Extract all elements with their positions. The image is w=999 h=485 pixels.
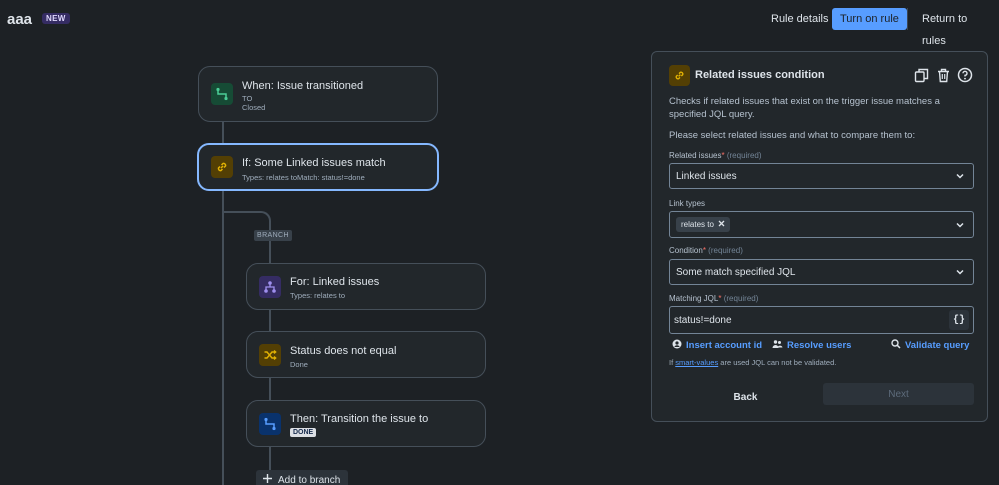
panel-prompt: Please select related issues and what to… [669, 130, 916, 141]
insert-account-id-link[interactable]: Insert account id [672, 339, 762, 352]
link-type-chip-label: relates to [681, 220, 714, 229]
status-condition-value: Done [290, 360, 308, 369]
next-button[interactable]: Next [823, 383, 974, 405]
resolve-users-label: Resolve users [787, 340, 852, 351]
transition-icon [211, 83, 233, 105]
shuffle-icon [259, 343, 281, 366]
condition-summary: Types: relates toMatch: status!=done [242, 173, 365, 182]
condition-config-panel: Related issues condition Checks if relat… [651, 51, 988, 422]
condition-select[interactable]: Some match specified JQL [669, 259, 974, 285]
matching-jql-field[interactable]: {} [669, 306, 974, 334]
validate-query-link[interactable]: Validate query [891, 339, 969, 352]
chevron-down-icon [955, 171, 965, 184]
action-title: Then: Transition the issue to [290, 413, 429, 425]
add-to-branch-button[interactable]: Add to branch [256, 470, 348, 485]
add-to-branch-label: Add to branch [278, 474, 341, 485]
turn-on-rule-button[interactable]: Turn on rule [832, 8, 907, 30]
validate-query-label: Validate query [905, 340, 970, 351]
link-icon [211, 156, 233, 178]
return-to-rules-button[interactable]: Return to rules [914, 8, 999, 47]
rule-details-button[interactable]: Rule details [763, 8, 836, 30]
matching-jql-label: Matching JQL* (required) [669, 294, 759, 303]
insert-account-id-label: Insert account id [686, 340, 763, 351]
help-icon[interactable] [956, 66, 974, 84]
link-types-label: Link types [669, 199, 706, 208]
branch-summary: Types: relates to [290, 291, 346, 300]
chevron-down-icon [955, 220, 965, 233]
remove-chip-icon[interactable] [718, 220, 725, 229]
panel-description: Checks if related issues that exist on t… [669, 96, 940, 120]
connector-line [269, 447, 271, 470]
copy-icon[interactable] [912, 66, 930, 84]
panel-title: Related issues condition [695, 69, 825, 81]
connector-line [269, 241, 271, 263]
smart-values-link[interactable]: smart-values [675, 358, 718, 367]
new-badge: NEW [42, 13, 70, 24]
related-issues-select[interactable]: Linked issues [669, 163, 974, 189]
branch-tag: BRANCH [254, 230, 292, 241]
plus-icon [262, 473, 273, 485]
action-card[interactable]: Then: Transition the issue to DONE [246, 400, 486, 447]
related-issues-label: Related issues* (required) [669, 151, 762, 160]
trigger-title: When: Issue transitioned [242, 80, 364, 92]
users-icon [772, 339, 783, 352]
condition-title: If: Some Linked issues match [242, 157, 386, 169]
connector-line [269, 378, 271, 400]
trigger-label: TO [242, 94, 253, 103]
related-issues-value: Linked issues [676, 170, 737, 182]
back-button[interactable]: Back [708, 386, 783, 408]
link-types-select[interactable]: relates to [669, 211, 974, 238]
user-icon [672, 339, 682, 352]
hierarchy-icon [259, 275, 281, 298]
condition-card[interactable]: If: Some Linked issues match Types: rela… [197, 143, 439, 191]
matching-jql-input[interactable] [674, 311, 944, 329]
resolve-users-link[interactable]: Resolve users [772, 339, 851, 352]
status-condition-title: Status does not equal [290, 345, 397, 357]
link-type-chip[interactable]: relates to [676, 217, 730, 232]
connector-line [222, 122, 224, 144]
trash-icon[interactable] [934, 66, 952, 84]
trigger-card[interactable]: When: Issue transitioned TO Closed [198, 66, 438, 122]
branch-title: For: Linked issues [290, 276, 380, 288]
condition-value: Some match specified JQL [676, 266, 796, 278]
link-icon [669, 65, 690, 86]
connector-line [222, 190, 224, 485]
status-condition-card[interactable]: Status does not equal Done [246, 331, 486, 378]
chevron-down-icon [955, 267, 965, 280]
status-lozenge: DONE [290, 428, 317, 437]
condition-label: Condition* (required) [669, 246, 743, 255]
smart-values-note: If smart-values are used JQL can not be … [669, 358, 837, 367]
transition-icon [259, 412, 281, 435]
smart-values-button[interactable]: {} [949, 310, 969, 330]
branch-card[interactable]: For: Linked issues Types: relates to [246, 263, 486, 310]
connector-line [269, 309, 271, 331]
search-icon [891, 339, 901, 352]
trigger-value: Closed [242, 103, 266, 112]
header-divider [907, 8, 908, 30]
rule-name[interactable]: aaa [7, 11, 32, 28]
